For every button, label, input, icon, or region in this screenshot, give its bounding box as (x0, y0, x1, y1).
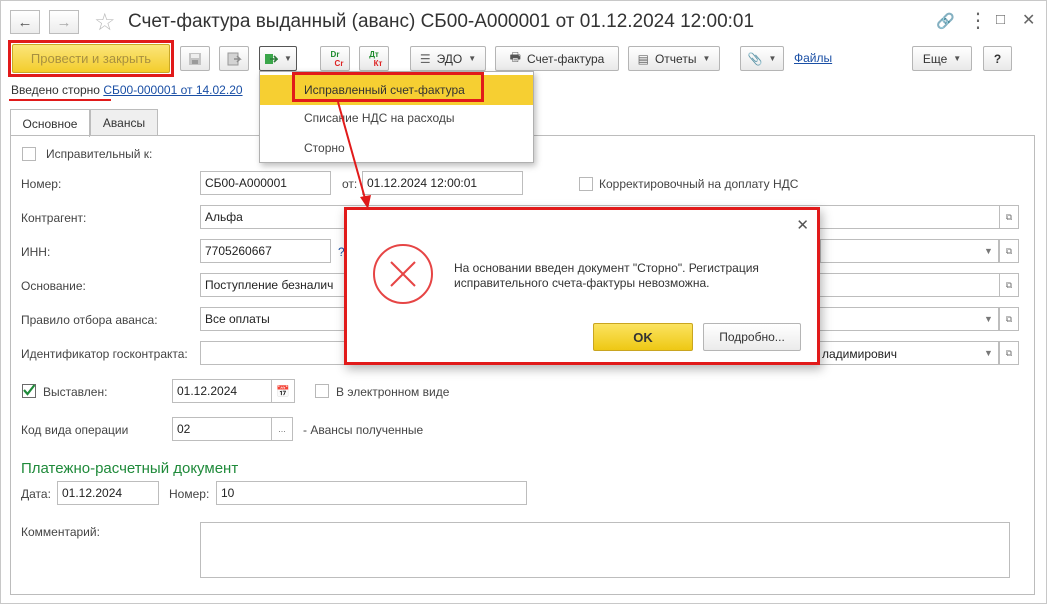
dialog-close-icon[interactable]: ✕ (796, 216, 809, 234)
error-dialog: ✕ На основании введен документ "Сторно".… (344, 207, 820, 365)
ok-button[interactable]: OK (593, 323, 693, 351)
dialog-message: На основании введен документ "Сторно". Р… (454, 261, 759, 290)
error-icon (373, 244, 433, 304)
details-button[interactable]: Подробно... (703, 323, 801, 351)
